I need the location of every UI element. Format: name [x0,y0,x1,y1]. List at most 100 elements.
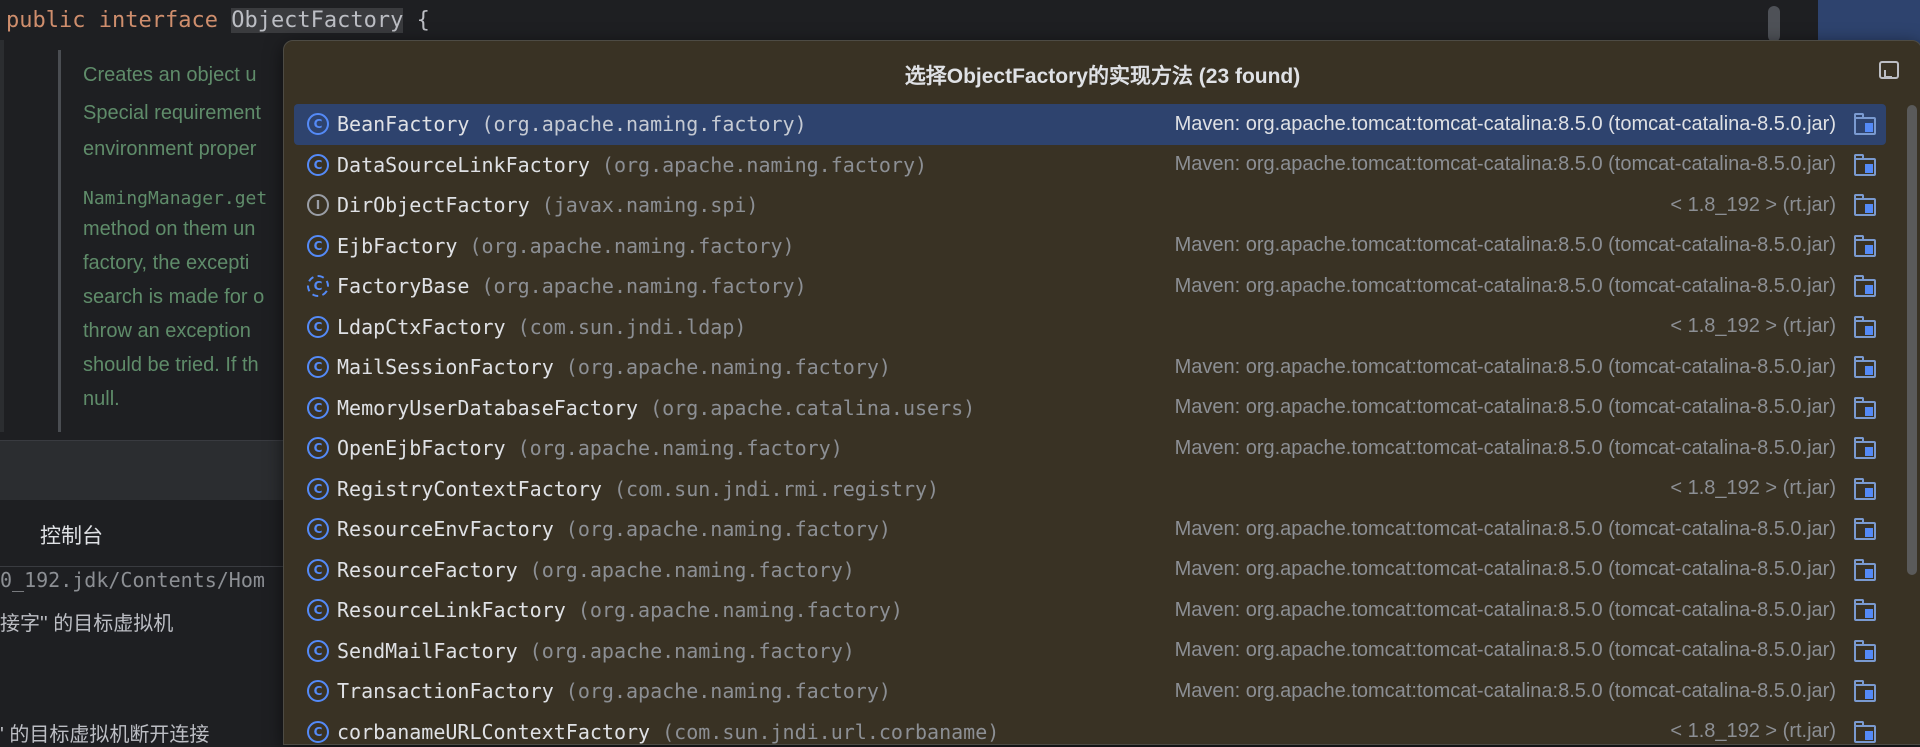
class-name: DataSourceLinkFactory (org.apache.naming… [337,153,927,177]
class-simple-name: DataSourceLinkFactory [337,152,590,177]
tab-console[interactable]: 控制台 [40,520,103,550]
implementation-list-item[interactable]: C LdapCtxFactory (com.sun.jndi.ldap) < 1.8… [294,307,1886,348]
code-line-interface-declaration[interactable]: public interface ObjectFactory { [6,8,430,33]
library-location: < 1.8_192 > (rt.jar) [1670,720,1836,743]
class-name: FactoryBase (org.apache.naming.factory) [337,274,807,298]
package-name: (org.apache.naming.factory) [529,638,855,663]
library-jar-icon [1854,153,1878,176]
doc-line: throw an exception [83,320,251,342]
implementation-list-item[interactable]: C DataSourceLinkFactory (org.apache.namin… [294,145,1886,186]
implementation-list-item[interactable]: C RegistryContextFactory (com.sun.jndi.rm… [294,469,1886,510]
class-simple-name: BeanFactory [337,112,470,137]
console-output-line: 接字'' 的目标虚拟机 [0,613,174,635]
library-location: Maven: org.apache.tomcat:tomcat-catalina… [1174,436,1836,459]
keyword-public: public [6,8,86,33]
library-jar-icon [1854,275,1878,298]
class-icon: C [307,518,329,541]
class-name: corbanameURLContextFactory (com.sun.jndi… [337,720,999,744]
class-icon: C [307,396,329,419]
doc-line: environment proper [83,138,257,160]
implementation-list-item[interactable]: C ResourceEnvFactory (org.apache.naming.f… [294,509,1886,550]
class-simple-name: ResourceFactory [337,557,518,582]
class-name: ResourceEnvFactory (org.apache.naming.fa… [337,517,891,541]
implementation-list-item[interactable]: C MailSessionFactory (org.apache.naming.f… [294,347,1886,388]
implementation-list-item[interactable]: C SendMailFactory (org.apache.naming.fact… [294,631,1886,672]
library-location: < 1.8_192 > (rt.jar) [1670,477,1836,500]
doc-line: NamingManager.get [83,188,268,209]
implementation-list[interactable]: C BeanFactory (org.apache.naming.factory)… [294,104,1886,745]
package-name: (org.apache.naming.factory) [565,679,891,704]
class-name: DirObjectFactory (javax.naming.spi) [337,193,758,217]
class-simple-name: ResourceLinkFactory [337,598,566,623]
implementation-list-item[interactable]: C EjbFactory (org.apache.naming.factory) M… [294,226,1886,267]
class-icon: C [307,720,329,743]
library-jar-icon [1854,315,1878,338]
package-name: (com.sun.jndi.rmi.registry) [613,476,940,501]
library-jar-icon [1854,194,1878,217]
library-jar-icon [1854,680,1878,703]
class-simple-name: EjbFactory [337,233,458,258]
class-simple-name: OpenEjbFactory [337,436,506,461]
implementation-list-item[interactable]: C ResourceLinkFactory (org.apache.naming.… [294,590,1886,631]
library-jar-icon [1854,234,1878,257]
library-location: Maven: org.apache.tomcat:tomcat-catalina… [1174,679,1836,702]
implementation-list-item[interactable]: C MemoryUserDatabaseFactory (org.apache.c… [294,388,1886,429]
open-in-find-window-icon[interactable] [1879,61,1899,79]
library-location: Maven: org.apache.tomcat:tomcat-catalina… [1174,598,1836,621]
class-icon: C [307,558,329,581]
library-location: Maven: org.apache.tomcat:tomcat-catalina… [1174,274,1836,297]
doc-line: search is made for o [83,286,265,308]
doc-line: factory, the excepti [83,252,250,274]
class-name: MailSessionFactory (org.apache.naming.fa… [337,355,891,379]
class-simple-name: LdapCtxFactory [337,314,506,339]
editor-scrollbar[interactable] [1768,6,1780,42]
library-jar-icon [1854,437,1878,460]
package-name: (org.apache.catalina.users) [650,395,976,420]
doc-line: should be tried. If th [83,354,259,376]
class-name: EjbFactory (org.apache.naming.factory) [337,234,795,258]
gutter [0,40,4,432]
library-jar-icon [1854,113,1878,136]
implementation-list-item[interactable]: C BeanFactory (org.apache.naming.factory)… [294,104,1886,145]
popup-scrollbar[interactable] [1907,105,1917,575]
implementation-list-item[interactable]: C TransactionFactory (org.apache.naming.f… [294,671,1886,712]
choose-implementation-popup[interactable]: 选择ObjectFactory的实现方法 (23 found) C BeanFac… [283,40,1920,745]
package-name: (org.apache.naming.factory) [577,598,903,623]
doc-line: Special requirement [83,102,261,124]
implementation-list-item[interactable]: C OpenEjbFactory (org.apache.naming.facto… [294,428,1886,469]
console-output-line: 0_192.jdk/Contents/Hom [0,568,265,592]
class-simple-name: RegistryContextFactory [337,476,602,501]
class-icon: C [307,153,329,176]
library-jar-icon [1854,720,1878,743]
implementation-list-item[interactable]: CcorbanameURLContextFactory (com.sun.jnd… [294,712,1886,745]
library-location: Maven: org.apache.tomcat:tomcat-catalina… [1174,517,1836,540]
library-location: Maven: org.apache.tomcat:tomcat-catalina… [1174,558,1836,581]
implementation-list-item[interactable]: I DirObjectFactory (javax.naming.spi) < 1.… [294,185,1886,226]
library-location: Maven: org.apache.tomcat:tomcat-catalina… [1174,639,1836,662]
package-name: (org.apache.naming.factory) [565,517,891,542]
library-jar-icon [1854,356,1878,379]
class-simple-name: MemoryUserDatabaseFactory [337,395,639,420]
class-name: RegistryContextFactory (com.sun.jndi.rmi… [337,477,939,501]
library-location: Maven: org.apache.tomcat:tomcat-catalina… [1174,153,1836,176]
class-simple-name: MailSessionFactory [337,355,554,380]
package-name: (org.apache.naming.factory) [481,112,807,137]
package-name: (org.apache.naming.factory) [481,274,807,299]
doc-line: Creates an object u [83,64,257,86]
library-jar-icon [1854,558,1878,581]
doc-line: null. [83,388,120,410]
popup-header: 选择ObjectFactory的实现方法 (23 found) [284,41,1920,103]
class-name-token[interactable]: ObjectFactory [231,8,404,33]
class-icon: C [307,356,329,379]
class-icon: C [307,639,329,662]
library-location: Maven: org.apache.tomcat:tomcat-catalina… [1174,355,1836,378]
package-name: (org.apache.naming.factory) [601,152,928,177]
class-icon: C [307,680,329,703]
implementation-list-item[interactable]: C ResourceFactory (org.apache.naming.fact… [294,550,1886,591]
implementation-list-item[interactable]: C FactoryBase (org.apache.naming.factory)… [294,266,1886,307]
class-name: TransactionFactory (org.apache.naming.fa… [337,679,891,703]
package-name: (org.apache.naming.factory) [529,557,855,582]
class-name: ResourceLinkFactory (org.apache.naming.f… [337,598,903,622]
package-name: (org.apache.naming.factory) [469,233,795,258]
class-name: MemoryUserDatabaseFactory (org.apache.ca… [337,396,975,420]
